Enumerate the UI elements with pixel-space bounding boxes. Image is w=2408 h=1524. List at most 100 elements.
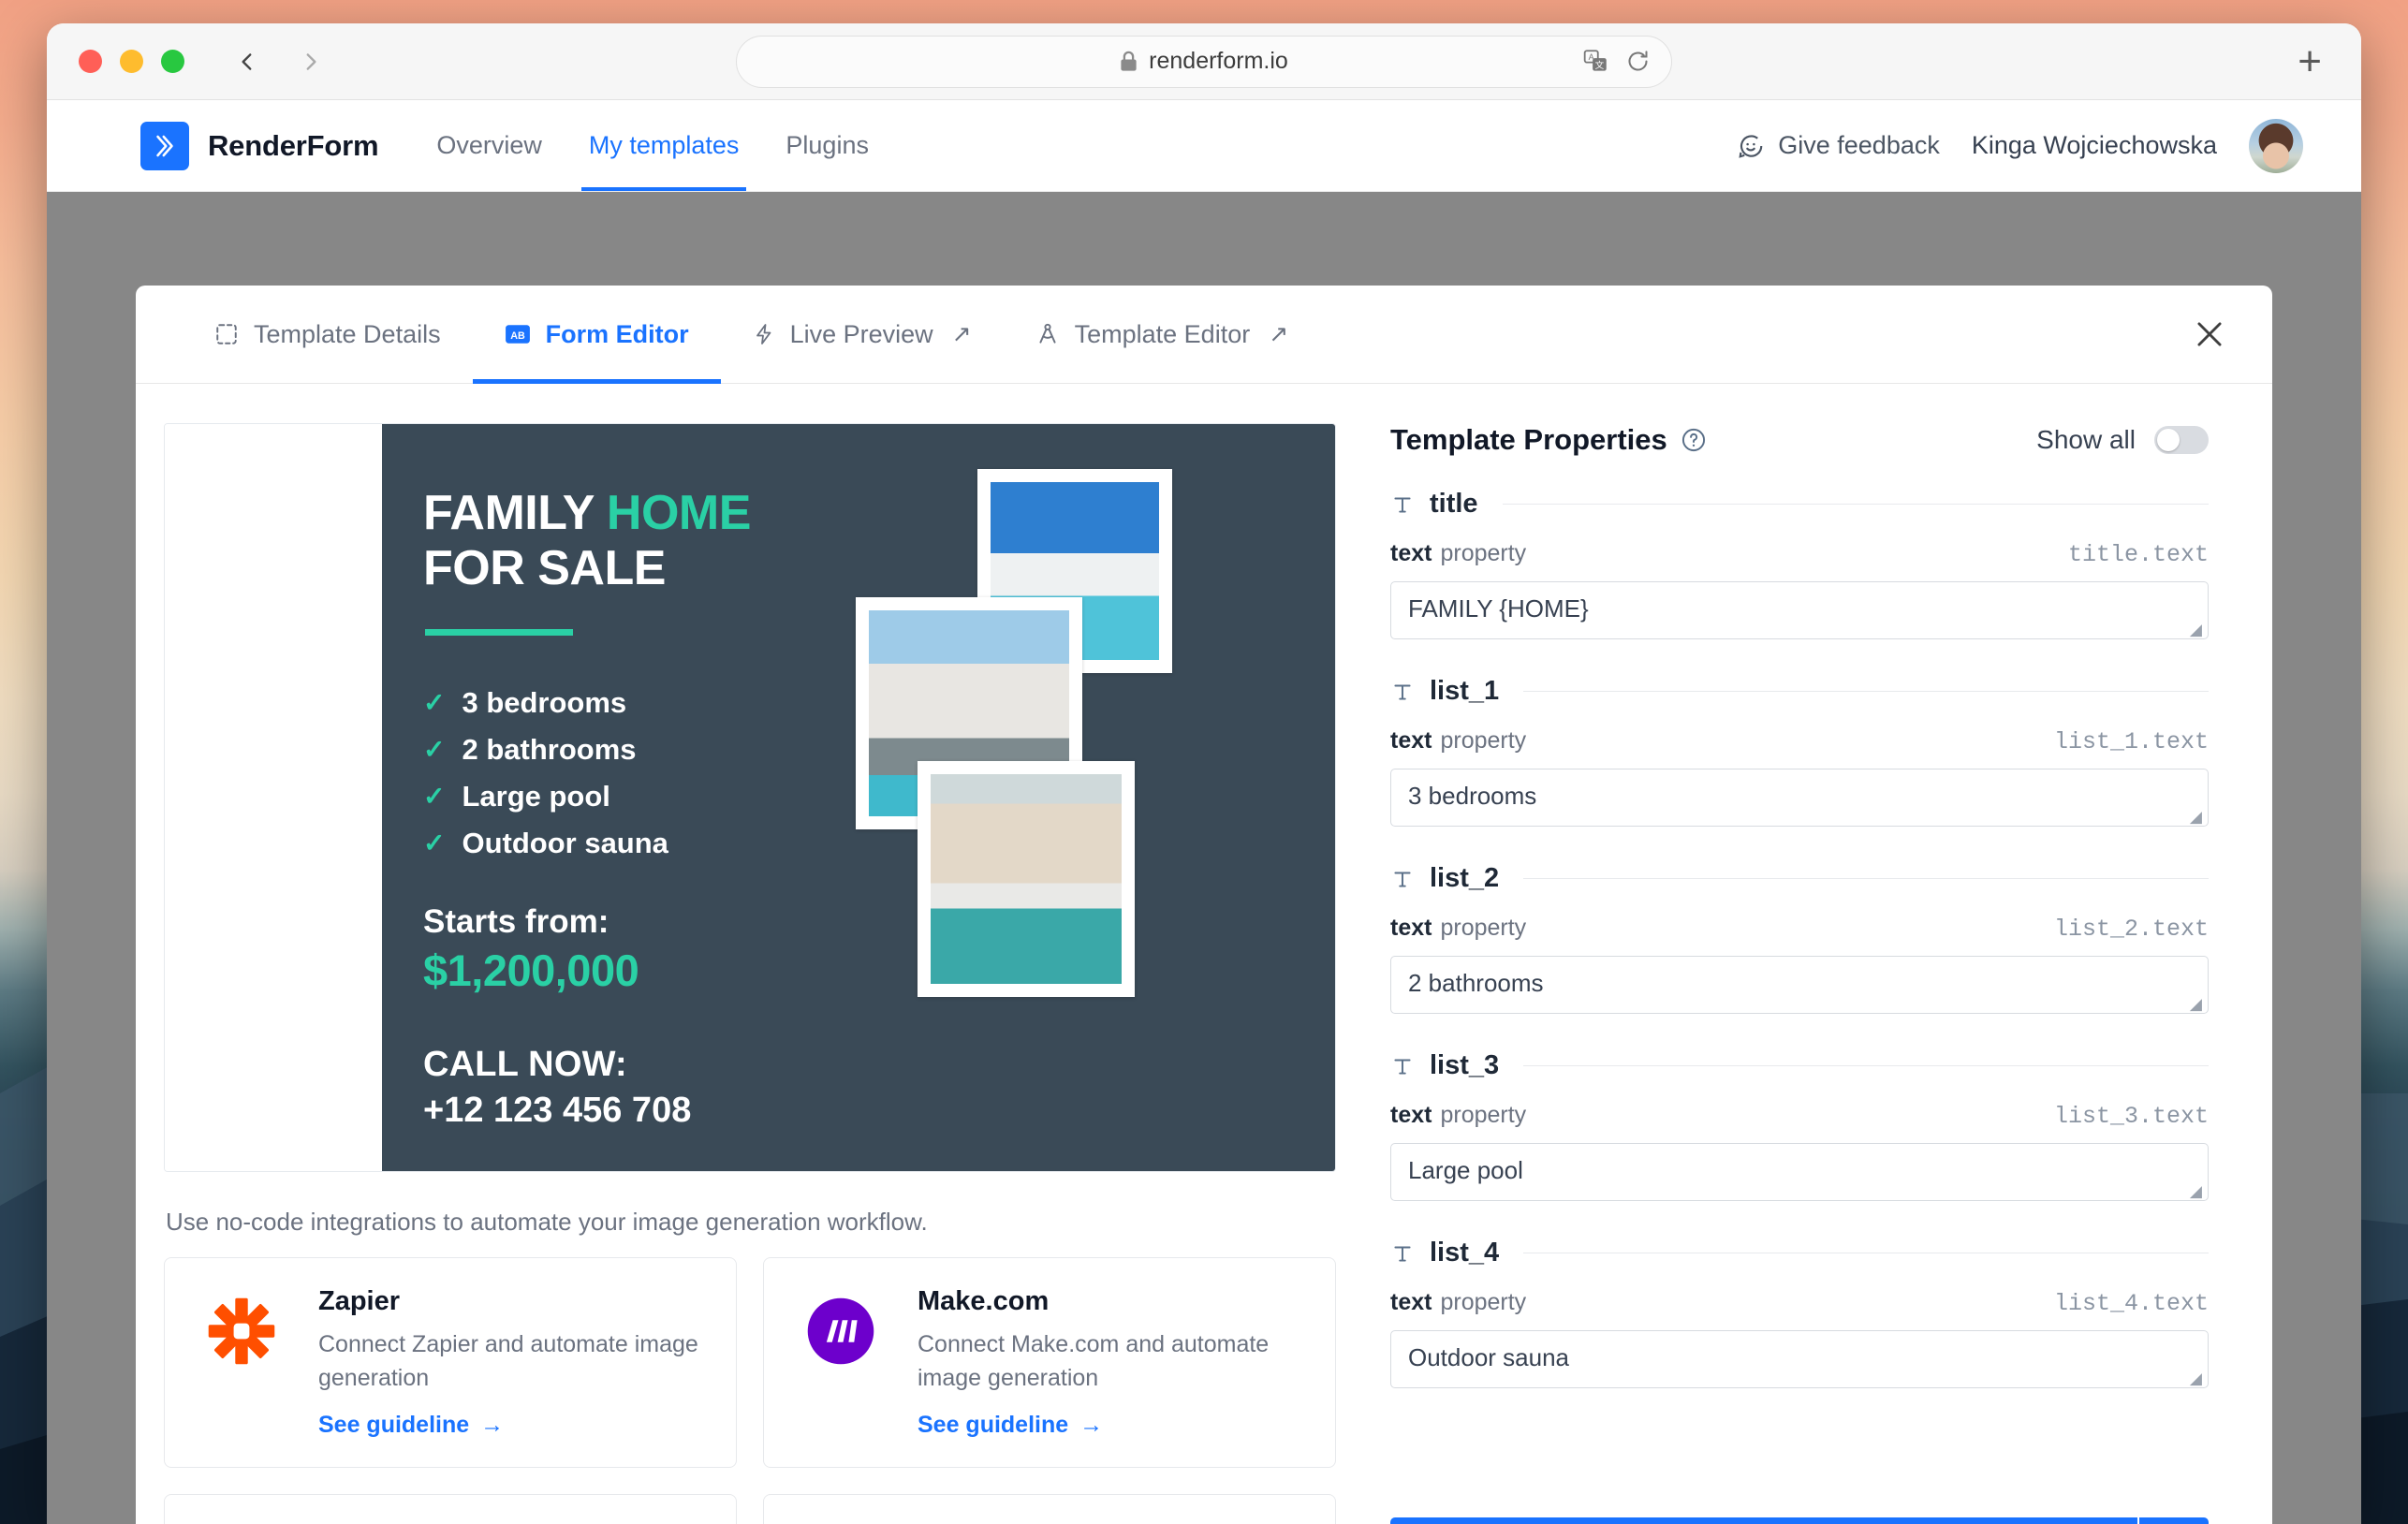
property-meta: text property list_3.text: [1390, 1102, 2209, 1130]
brand[interactable]: RenderForm: [140, 121, 379, 170]
property-path: list_3.text: [2053, 1103, 2209, 1130]
meta-word: property: [1440, 727, 1527, 754]
forward-chevron-icon[interactable]: [299, 50, 323, 74]
property-header: list_1: [1390, 676, 2209, 707]
render-options-dropdown[interactable]: ▼: [2137, 1517, 2209, 1524]
tab-template-details[interactable]: Template Details: [183, 286, 473, 383]
property-input-title[interactable]: [1390, 581, 2209, 639]
check-icon: ✓: [423, 688, 446, 718]
meta-key: text: [1390, 540, 1432, 566]
modal-tabs: Template Details AB Form Editor Live Pre…: [136, 286, 2272, 384]
nav-item-overview[interactable]: Overview: [436, 100, 542, 191]
nav-item-plugins[interactable]: Plugins: [786, 100, 869, 191]
translate-icon[interactable]: A 文: [1583, 49, 1608, 74]
meta-key: text: [1390, 1289, 1432, 1315]
give-feedback-button[interactable]: Give feedback: [1737, 131, 1940, 160]
give-feedback-label: Give feedback: [1778, 131, 1940, 159]
show-all-toggle[interactable]: Show all: [2036, 425, 2209, 455]
feature-label: 2 bathrooms: [462, 732, 637, 766]
tab-live-preview[interactable]: Live Preview ↗: [721, 286, 1004, 383]
see-guideline-label: See guideline: [918, 1412, 1069, 1438]
see-guideline-link[interactable]: See guideline →: [918, 1412, 1303, 1439]
poster-gutter: [165, 424, 382, 1171]
form-editor-modal: Template Details AB Form Editor Live Pre…: [136, 286, 2272, 1524]
brand-name: RenderForm: [208, 128, 379, 162]
tab-form-editor[interactable]: AB Form Editor: [472, 286, 721, 384]
modal-overlay[interactable]: Template Details AB Form Editor Live Pre…: [47, 192, 2361, 1524]
card-title: Zapier: [318, 1286, 401, 1316]
template-preview[interactable]: FAMILY HOME FOR SALE ✓ 3 bedrooms ✓ 2 bath…: [164, 423, 1336, 1172]
new-tab-button[interactable]: +: [2298, 40, 2322, 82]
integration-card-excel[interactable]: X Excel/CSV file Import your Excel or CS…: [763, 1494, 1336, 1524]
integration-card-airtable[interactable]: Airtable Extension Render images directl…: [164, 1494, 737, 1524]
svg-text:文: 文: [1595, 60, 1605, 71]
preview-column: FAMILY HOME FOR SALE ✓ 3 bedrooms ✓ 2 bath…: [136, 384, 1353, 1524]
poster-title-rule: [425, 628, 573, 636]
text-type-icon: [1394, 1246, 1411, 1262]
poster-title-line-2: FOR SALE: [423, 541, 666, 596]
close-icon[interactable]: [2192, 316, 2227, 352]
property-header: list_3: [1390, 1050, 2209, 1081]
card-title: Make.com: [918, 1286, 1050, 1316]
integration-card-make[interactable]: Make.com Connect Make.com and automate i…: [763, 1257, 1336, 1468]
tab-template-editor[interactable]: Template Editor ↗: [1004, 286, 1321, 383]
user-name[interactable]: Kinga Wojciechowska: [1972, 131, 2217, 160]
divider: [1523, 878, 2209, 879]
property-input-list-3[interactable]: [1390, 1143, 2209, 1201]
property-input-list-1[interactable]: [1390, 769, 2209, 827]
url-content: renderform.io: [1120, 48, 1288, 75]
close-window-button[interactable]: [79, 50, 102, 73]
arrow-right-icon: →: [1079, 1412, 1104, 1438]
textarea-wrapper: ◢: [1390, 1143, 2209, 1206]
renderform-logo-icon: [140, 121, 189, 170]
textarea-wrapper: ◢: [1390, 769, 2209, 831]
tab-label: Live Preview: [789, 319, 933, 348]
see-guideline-link[interactable]: See guideline →: [318, 1412, 704, 1439]
template-properties-panel: Template Properties Show all title text …: [1353, 384, 2272, 1524]
textarea-wrapper: ◢: [1390, 956, 2209, 1018]
render-now-row: Render now ▼: [1390, 1517, 2209, 1524]
meta-key: text: [1390, 915, 1432, 941]
maximize-window-button[interactable]: [161, 50, 184, 73]
feature-label: Large pool: [462, 779, 610, 813]
url-bar-wrapper: renderform.io A 文: [47, 35, 2361, 88]
property-name: list_1: [1430, 676, 1500, 706]
check-icon: ✓: [423, 828, 446, 858]
property-input-list-2[interactable]: [1390, 956, 2209, 1014]
property-name: list_2: [1430, 863, 1500, 893]
toggle-switch[interactable]: [2154, 426, 2209, 454]
property-input-list-4[interactable]: [1390, 1330, 2209, 1388]
help-circle-icon[interactable]: [1681, 427, 1707, 453]
app-header: RenderForm Overview My templates Plugins…: [47, 100, 2361, 192]
back-chevron-icon[interactable]: [235, 50, 259, 74]
avatar[interactable]: [2249, 118, 2303, 173]
url-bar[interactable]: renderform.io A 文: [736, 35, 1672, 88]
header-right: Give feedback Kinga Wojciechowska: [1737, 118, 2303, 173]
meta-word: property: [1440, 1289, 1527, 1315]
poster-photo-3: [918, 761, 1135, 997]
meta-word: property: [1440, 915, 1527, 941]
render-now-button[interactable]: Render now: [1390, 1517, 2137, 1524]
nav-item-my-templates[interactable]: My templates: [580, 100, 746, 191]
property-name: title: [1430, 489, 1478, 519]
url-text: renderform.io: [1149, 48, 1288, 74]
poster-title-word-2: HOME: [606, 486, 752, 540]
external-link-icon: ↗: [1269, 321, 1289, 347]
property-list-3: list_3 text property list_3.text ◢: [1390, 1050, 2209, 1206]
integration-card-zapier[interactable]: Zapier Connect Zapier and automate image…: [164, 1257, 737, 1468]
poster-title-word-1: FAMILY: [423, 486, 594, 540]
property-path: list_2.text: [2053, 916, 2209, 943]
make-icon: [796, 1286, 886, 1376]
tab-label: Template Editor: [1074, 319, 1251, 348]
property-header: list_2: [1390, 863, 2209, 894]
text-type-icon: [1394, 684, 1411, 700]
modal-body: FAMILY HOME FOR SALE ✓ 3 bedrooms ✓ 2 bath…: [136, 384, 2272, 1524]
check-icon: ✓: [423, 782, 446, 812]
property-meta: text property list_4.text: [1390, 1289, 2209, 1317]
textarea-wrapper: ◢: [1390, 581, 2209, 644]
property-meta: text property list_2.text: [1390, 915, 2209, 943]
check-icon: ✓: [423, 735, 446, 765]
minimize-window-button[interactable]: [120, 50, 143, 73]
window-controls: [79, 50, 184, 73]
reload-icon[interactable]: [1625, 49, 1651, 74]
